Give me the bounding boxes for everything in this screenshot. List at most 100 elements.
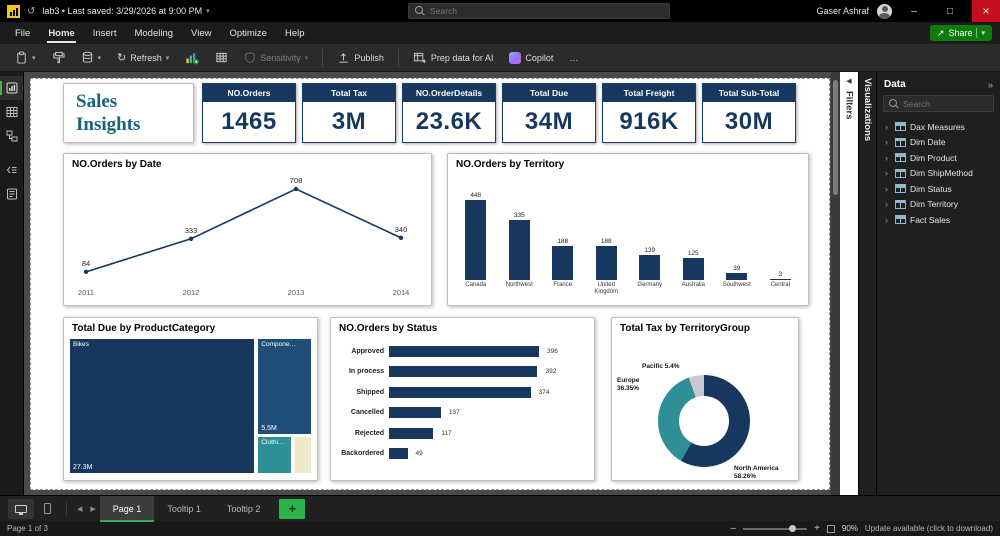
user-name[interactable]: Gaser Ashraf [816, 6, 869, 16]
expand-chevron-icon[interactable]: › [885, 137, 891, 147]
tab-page-1[interactable]: Page 1 [99, 495, 155, 522]
data-point-2014[interactable] [398, 235, 404, 241]
zoom-level[interactable]: 90% [842, 524, 858, 533]
global-search-box[interactable] [408, 3, 670, 19]
expand-chevron-icon[interactable]: › [885, 184, 891, 194]
expand-chevron-icon[interactable]: › [885, 168, 891, 178]
copilot-button[interactable]: Copilot [502, 46, 560, 70]
territory-column-southwest[interactable]: 39 Southwest [715, 171, 759, 297]
status-row-in-process[interactable]: In process 392 [337, 362, 584, 383]
field-dim-status[interactable]: › Dim Status [877, 181, 1000, 197]
donut-ring[interactable] [658, 375, 750, 467]
paste-button[interactable]: ▾ [8, 46, 43, 70]
treemap-node-compone-[interactable]: Compone… 5.5M [257, 338, 312, 435]
chevron-down-icon[interactable]: ▾ [206, 7, 210, 15]
territory-column-australia[interactable]: 125 Australia [672, 171, 716, 297]
report-view-button[interactable] [0, 76, 23, 100]
report-title-card[interactable]: Sales Insights [63, 83, 194, 143]
user-avatar[interactable] [877, 3, 892, 19]
treemap-plot[interactable]: Bikes 27.3M Compone… 5.5M Clothi… [69, 338, 312, 474]
treemap-node-clothi-[interactable]: Clothi… [257, 435, 293, 474]
field-dim-product[interactable]: › Dim Product [877, 150, 1000, 166]
document-title[interactable]: lab3 • Last saved: 3/29/2026 at 9:00 PM [42, 6, 202, 16]
tab-tooltip-2[interactable]: Tooltip 2 [214, 496, 274, 522]
expand-chevron-icon[interactable]: › [885, 122, 891, 132]
publish-button[interactable]: Publish [330, 46, 391, 70]
data-search-input[interactable] [903, 98, 988, 109]
territory-column-northwest[interactable]: 335 Northwest [498, 171, 542, 297]
close-button[interactable]: × [972, 0, 1000, 22]
territory-column-united-kingdom[interactable]: 188 United Kingdom [585, 171, 629, 297]
zoom-in-button[interactable]: + [814, 523, 820, 534]
undo-icon[interactable]: ↺ [27, 6, 35, 17]
maximize-button[interactable]: □ [936, 0, 964, 22]
data-point-2013[interactable] [293, 186, 299, 192]
new-page-button[interactable]: + [279, 498, 306, 519]
next-page-icon[interactable]: ▶ [86, 505, 99, 513]
prep-data-for-ai-button[interactable]: Prep data for AI [406, 46, 501, 70]
territory-column-france[interactable]: 188 France [541, 171, 585, 297]
field-dim-territory[interactable]: › Dim Territory [877, 197, 1000, 213]
filters-pane-collapsed[interactable]: ◀ Filters [840, 72, 858, 495]
total-due-treemap-chart[interactable]: Total Due by ProductCategory Bikes 27.3M C… [63, 317, 318, 481]
zoom-slider-thumb[interactable] [789, 525, 797, 532]
tmdl-view-button[interactable] [0, 182, 23, 206]
kpi-card-total-tax[interactable]: Total Tax 3M [302, 83, 396, 143]
column-chart-plot[interactable]: 448 Canada 335 Northwest 188 France 188 United … [448, 171, 808, 299]
ribbon-more-button[interactable]: … [562, 46, 586, 70]
tab-tooltip-1[interactable]: Tooltip 1 [154, 496, 214, 522]
zoom-slider[interactable] [743, 524, 808, 534]
kpi-card-no-orders[interactable]: NO.Orders 1465 [202, 83, 296, 143]
status-row-backordered[interactable]: Backordered 49 [337, 444, 584, 465]
global-search-input[interactable] [430, 6, 663, 16]
menu-view[interactable]: View [182, 22, 220, 44]
orders-by-date-chart[interactable]: NO.Orders by Date 84 2011 333 2012 708 2013 34… [63, 153, 432, 306]
menu-file[interactable]: File [6, 22, 39, 44]
field-dim-date[interactable]: › Dim Date [877, 135, 1000, 151]
expand-chevron-icon[interactable]: › [885, 215, 891, 225]
table-visual-button[interactable] [208, 46, 235, 70]
bar-chart-plot[interactable]: Approved 396 In process 392 Shipped 374 Cancel… [331, 335, 594, 464]
model-view-button[interactable] [0, 124, 23, 148]
desktop-layout-button[interactable] [8, 498, 34, 519]
visualizations-pane-collapsed[interactable]: Visualizations [858, 72, 876, 495]
status-row-approved[interactable]: Approved 396 [337, 341, 584, 362]
fit-to-page-icon[interactable] [826, 524, 835, 533]
data-point-2011[interactable] [83, 269, 89, 275]
territory-column-canada[interactable]: 448 Canada [454, 171, 498, 297]
kpi-card-total-due[interactable]: Total Due 34M [502, 83, 596, 143]
scrollbar-thumb[interactable] [833, 80, 838, 195]
kpi-card-total-subtotal[interactable]: Total Sub-Total 30M [702, 83, 796, 143]
menu-home[interactable]: Home [39, 22, 83, 44]
status-row-cancelled[interactable]: Cancelled 137 [337, 403, 584, 424]
status-row-shipped[interactable]: Shipped 374 [337, 382, 584, 403]
canvas-scrollbar[interactable] [831, 72, 840, 495]
field-dax-measures[interactable]: › Dax Measures [877, 119, 1000, 135]
update-banner[interactable]: Update available (click to download) [865, 524, 993, 533]
menu-modeling[interactable]: Modeling [125, 22, 182, 44]
territory-column-germany[interactable]: 139 Germany [628, 171, 672, 297]
field-dim-shipmethod[interactable]: › Dim ShipMethod [877, 166, 1000, 182]
kpi-card-no-orderdetails[interactable]: NO.OrderDetails 23.6K [402, 83, 496, 143]
territory-column-central[interactable]: 3 Central [759, 171, 803, 297]
menu-optimize[interactable]: Optimize [220, 22, 275, 44]
expand-chevron-icon[interactable]: › [885, 199, 891, 209]
status-row-rejected[interactable]: Rejected 117 [337, 423, 584, 444]
orders-by-territory-chart[interactable]: NO.Orders by Territory 448 Canada 335 North… [447, 153, 809, 306]
treemap-node-small[interactable] [294, 435, 312, 474]
data-point-2012[interactable] [188, 236, 194, 241]
table-view-button[interactable] [0, 100, 23, 124]
treemap-node-bikes[interactable]: Bikes 27.3M [69, 338, 255, 474]
share-button[interactable]: ↗ Share ▾ [929, 25, 992, 41]
get-data-button[interactable]: ▾ [74, 46, 109, 70]
minimize-button[interactable]: – [900, 0, 928, 22]
zoom-out-button[interactable]: – [731, 523, 737, 534]
mobile-layout-button[interactable] [34, 499, 60, 519]
expand-chevron-icon[interactable]: › [885, 153, 891, 163]
report-page[interactable]: Sales Insights NO.Orders 1465 Total Tax … [30, 78, 830, 490]
expand-filters-icon[interactable]: ◀ [846, 77, 851, 85]
report-canvas[interactable]: Sales Insights NO.Orders 1465 Total Tax … [24, 72, 840, 495]
field-fact-sales[interactable]: › Fact Sales [877, 212, 1000, 228]
refresh-button[interactable]: ↻ Refresh ▾ [110, 46, 176, 70]
dax-query-view-button[interactable] [0, 158, 23, 182]
